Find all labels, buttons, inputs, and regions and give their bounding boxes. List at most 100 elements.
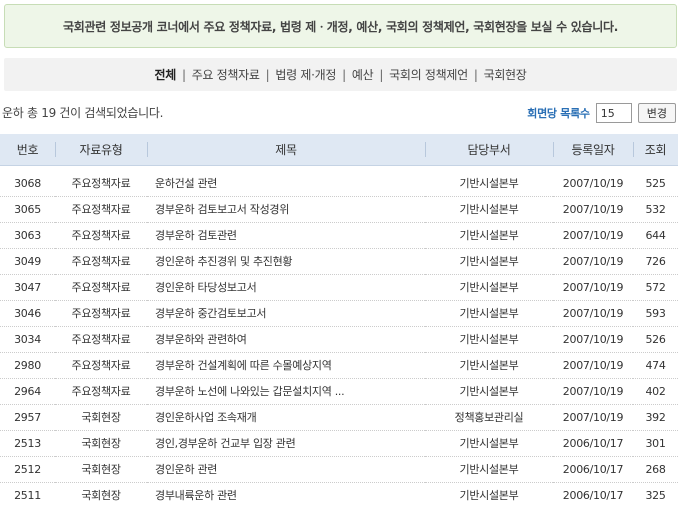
title-link[interactable]: 경인운하 관련 <box>155 463 217 476</box>
cell-views: 301 <box>633 430 678 457</box>
cell-views: 726 <box>633 248 678 275</box>
cell-department: 기반시설본부 <box>425 352 553 379</box>
tab-separator: | <box>379 67 384 82</box>
search-result-count: 운하 총 19 건이 검색되었습니다. <box>2 106 164 120</box>
tab-3[interactable]: 예산 <box>351 66 374 83</box>
cell-date: 2007/10/19 <box>553 326 633 353</box>
page-size-label: 회면당 목록수 <box>527 107 590 120</box>
table-header-row: 번호 자료유형 제목 담당부서 등록일자 조회 <box>0 134 678 166</box>
table-row[interactable]: 2980 주요정책자료 경부운하 건설계획에 따른 수몰예상지역 기반시설본부 2007… <box>0 352 678 379</box>
cell-number: 2964 <box>0 378 55 405</box>
cell-number: 3047 <box>0 274 55 301</box>
cell-department: 기반시설본부 <box>425 222 553 249</box>
cell-department: 기반시설본부 <box>425 378 553 405</box>
column-header-title[interactable]: 제목 <box>147 134 425 166</box>
tab-2[interactable]: 법령 제·개정 <box>274 66 337 83</box>
change-page-size-button[interactable]: 변경 <box>637 103 676 123</box>
title-link[interactable]: 경인운하 추진경위 및 추진현황 <box>155 255 293 268</box>
title-link[interactable]: 경부운하 검토관련 <box>155 229 237 242</box>
cell-title: 경부운하와 관련하여 <box>147 326 425 353</box>
cell-type: 주요정책자료 <box>55 326 147 353</box>
table-row[interactable]: 3063 주요정책자료 경부운하 검토관련 기반시설본부 2007/10/19 644 <box>0 222 678 249</box>
tab-4[interactable]: 국회의 정책제언 <box>388 66 469 83</box>
title-link[interactable]: 운하건설 관련 <box>155 177 217 190</box>
cell-date: 2007/10/19 <box>553 248 633 275</box>
cell-title: 경부내륙운하 관련 <box>147 482 425 507</box>
table-row[interactable]: 2511 국회현장 경부내륙운하 관련 기반시설본부 2006/10/17 325 <box>0 482 678 507</box>
cell-title: 경인운하 추진경위 및 추진현황 <box>147 248 425 275</box>
cell-title: 경부운하 중간검토보고서 <box>147 300 425 327</box>
page-size-input[interactable] <box>595 103 632 123</box>
cell-views: 268 <box>633 456 678 483</box>
cell-date: 2007/10/19 <box>553 378 633 405</box>
cell-department: 기반시설본부 <box>425 456 553 483</box>
column-header-number[interactable]: 번호 <box>0 134 55 166</box>
cell-title: 경인,경부운하 건교부 입장 관련 <box>147 430 425 457</box>
cell-title: 경부운하 검토관련 <box>147 222 425 249</box>
cell-views: 526 <box>633 326 678 353</box>
info-notice: 국회관련 정보공개 코너에서 주요 정책자료, 법령 제ㆍ개정, 예산, 국회의… <box>4 4 677 48</box>
cell-views: 525 <box>633 165 678 197</box>
tab-1[interactable]: 주요 정책자료 <box>191 66 261 83</box>
title-link[interactable]: 경부운하와 관련하여 <box>155 333 247 346</box>
table-row[interactable]: 3065 주요정책자료 경부운하 검토보고서 작성경위 기반시설본부 2007/10/1… <box>0 196 678 223</box>
table-row[interactable]: 3034 주요정책자료 경부운하와 관련하여 기반시설본부 2007/10/19 526 <box>0 326 678 353</box>
cell-number: 2957 <box>0 404 55 431</box>
category-tabs: 전체 | 주요 정책자료 | 법령 제·개정 | 예산 | 국회의 정책제언 | 국회현장 <box>4 58 677 91</box>
cell-department: 기반시설본부 <box>425 248 553 275</box>
cell-number: 2512 <box>0 456 55 483</box>
cell-number: 3063 <box>0 222 55 249</box>
tab-0[interactable]: 전체 <box>153 66 176 83</box>
table-row[interactable]: 3047 주요정책자료 경인운하 타당성보고서 기반시설본부 2007/10/19 572 <box>0 274 678 301</box>
cell-type: 주요정책자료 <box>55 196 147 223</box>
cell-date: 2006/10/17 <box>553 482 633 507</box>
table-row[interactable]: 2957 국회현장 경인운하사업 조속재개 정책홍보관리실 2007/10/19 392 <box>0 404 678 431</box>
table-row[interactable]: 2513 국회현장 경인,경부운하 건교부 입장 관련 기반시설본부 2006/10/1… <box>0 430 678 457</box>
cell-department: 기반시설본부 <box>425 196 553 223</box>
cell-department: 기반시설본부 <box>425 482 553 507</box>
cell-title: 경부운하 검토보고서 작성경위 <box>147 196 425 223</box>
tab-5[interactable]: 국회현장 <box>483 66 528 83</box>
cell-title: 경인운하 타당성보고서 <box>147 274 425 301</box>
title-link[interactable]: 경인운하 타당성보고서 <box>155 281 257 294</box>
table-row[interactable]: 2512 국회현장 경인운하 관련 기반시설본부 2006/10/17 268 <box>0 456 678 483</box>
table-row[interactable]: 3049 주요정책자료 경인운하 추진경위 및 추진현황 기반시설본부 2007/10/… <box>0 248 678 275</box>
title-link[interactable]: 경부운하 건설계획에 따른 수몰예상지역 <box>155 359 332 372</box>
cell-number: 2980 <box>0 352 55 379</box>
table-row[interactable]: 2964 주요정책자료 경부운하 노선에 나와있는 갑문설치지역 ... 기반시설본부… <box>0 378 678 405</box>
cell-date: 2007/10/19 <box>553 404 633 431</box>
results-table: 번호 자료유형 제목 담당부서 등록일자 조회 3068 주요정책자료 운하건설 관… <box>0 134 678 507</box>
title-link[interactable]: 경부운하 검토보고서 작성경위 <box>155 203 289 216</box>
title-link[interactable]: 경부내륙운하 관련 <box>155 489 237 502</box>
cell-views: 474 <box>633 352 678 379</box>
cell-date: 2007/10/19 <box>553 165 633 197</box>
title-link[interactable]: 경부운하 중간검토보고서 <box>155 307 267 320</box>
title-link[interactable]: 경인운하사업 조속재개 <box>155 411 257 424</box>
table-row[interactable]: 3046 주요정책자료 경부운하 중간검토보고서 기반시설본부 2007/10/19 59… <box>0 300 678 327</box>
title-link[interactable]: 경인,경부운하 건교부 입장 관련 <box>155 437 296 450</box>
cell-type: 주요정책자료 <box>55 222 147 249</box>
cell-department: 기반시설본부 <box>425 274 553 301</box>
cell-number: 3065 <box>0 196 55 223</box>
cell-type: 주요정책자료 <box>55 352 147 379</box>
table-row[interactable]: 3068 주요정책자료 운하건설 관련 기반시설본부 2007/10/19 525 <box>0 165 678 197</box>
cell-department: 정책홍보관리실 <box>425 404 553 431</box>
cell-date: 2006/10/17 <box>553 430 633 457</box>
column-header-department[interactable]: 담당부서 <box>425 134 553 166</box>
column-header-views[interactable]: 조회 <box>633 134 678 166</box>
cell-number: 3049 <box>0 248 55 275</box>
cell-type: 국회현장 <box>55 430 147 457</box>
tab-separator: | <box>342 67 346 82</box>
cell-type: 주요정책자료 <box>55 248 147 275</box>
cell-views: 325 <box>633 482 678 507</box>
column-header-date[interactable]: 등록일자 <box>553 134 633 166</box>
tab-separator: | <box>265 67 270 82</box>
column-header-type[interactable]: 자료유형 <box>55 134 147 166</box>
title-link[interactable]: 경부운하 노선에 나와있는 갑문설치지역 ... <box>155 385 345 398</box>
page-size-control: 회면당 목록수 변경 <box>527 102 676 124</box>
tab-separator: | <box>181 67 186 82</box>
tab-separator: | <box>473 67 478 82</box>
cell-views: 392 <box>633 404 678 431</box>
cell-type: 주요정책자료 <box>55 378 147 405</box>
cell-views: 572 <box>633 274 678 301</box>
